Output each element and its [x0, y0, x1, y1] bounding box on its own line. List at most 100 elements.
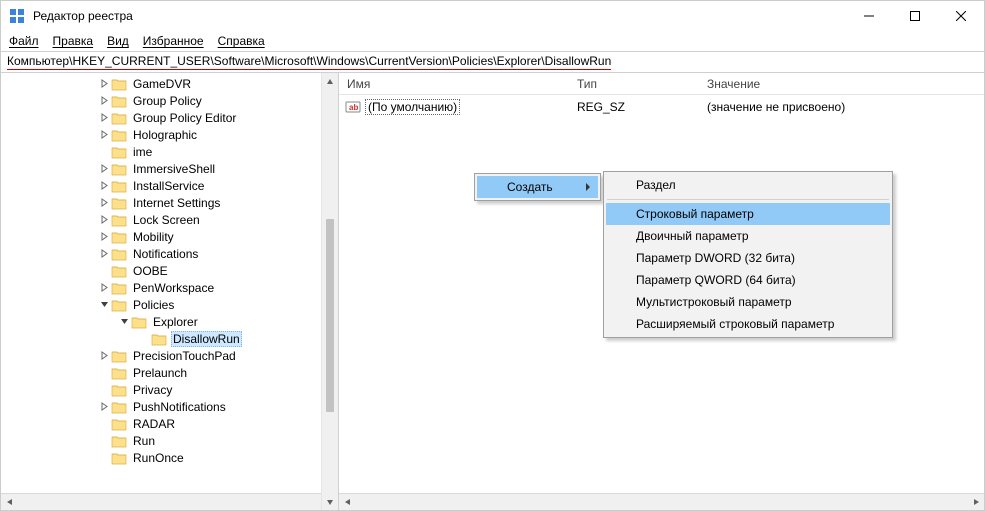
menu-favorites[interactable]: Избранное [143, 34, 204, 48]
context-item[interactable]: Параметр QWORD (64 бита) [606, 269, 890, 291]
context-item[interactable]: Двоичный параметр [606, 225, 890, 247]
chevron-down-icon[interactable] [97, 298, 111, 312]
chevron-right-icon[interactable] [97, 400, 111, 414]
chevron-right-icon[interactable] [97, 128, 111, 142]
context-item[interactable]: Параметр DWORD (32 бита) [606, 247, 890, 269]
folder-icon [111, 128, 127, 142]
tree-item-label: Prelaunch [131, 366, 189, 380]
chevron-right-icon[interactable] [97, 179, 111, 193]
tree-item[interactable]: PrecisionTouchPad [1, 347, 338, 364]
scroll-up-icon[interactable] [322, 73, 338, 90]
address-text: Компьютер\HKEY_CURRENT_USER\Software\Mic… [7, 54, 611, 70]
chevron-right-icon[interactable] [97, 94, 111, 108]
tree-item[interactable]: RunOnce [1, 449, 338, 466]
tree-item[interactable]: PenWorkspace [1, 279, 338, 296]
tree-item[interactable]: Group Policy [1, 92, 338, 109]
chevron-right-icon[interactable] [97, 281, 111, 295]
tree-item-label: PrecisionTouchPad [131, 349, 238, 363]
horizontal-scrollbar[interactable] [1, 493, 338, 510]
menu-help[interactable]: Справка [218, 34, 265, 48]
chevron-right-icon[interactable] [97, 230, 111, 244]
minimize-button[interactable] [846, 1, 892, 31]
folder-icon [111, 298, 127, 312]
tree-item[interactable]: OOBE [1, 262, 338, 279]
tree-item[interactable]: PushNotifications [1, 398, 338, 415]
content-area: GameDVRGroup Policy Group Policy EditorHo… [1, 73, 984, 510]
menu-file[interactable]: Файл [9, 34, 39, 48]
tree-item[interactable]: Lock Screen [1, 211, 338, 228]
tree-item[interactable]: Notifications [1, 245, 338, 262]
chevron-right-icon[interactable] [97, 196, 111, 210]
tree-item[interactable]: Privacy [1, 381, 338, 398]
scroll-right-icon[interactable] [967, 494, 984, 511]
maximize-button[interactable] [892, 1, 938, 31]
tree-item[interactable]: Policies [1, 296, 338, 313]
folder-icon [111, 383, 127, 397]
tree-item-label: Privacy [131, 383, 174, 397]
tree-item[interactable]: GameDVR [1, 75, 338, 92]
context-item-new[interactable]: Создать [477, 176, 598, 198]
value-row[interactable]: ab (По умолчанию) REG_SZ (значение не пр… [339, 98, 984, 116]
tree-item[interactable]: RADAR [1, 415, 338, 432]
tree-item[interactable]: DisallowRun [1, 330, 338, 347]
folder-icon [111, 451, 127, 465]
vertical-scrollbar[interactable] [321, 73, 338, 510]
tree-item[interactable]: Holographic [1, 126, 338, 143]
app-icon [9, 8, 25, 24]
folder-icon [151, 332, 167, 346]
folder-icon [111, 247, 127, 261]
folder-icon [111, 417, 127, 431]
list-body[interactable]: ab (По умолчанию) REG_SZ (значение не пр… [339, 95, 984, 493]
context-item-label: Создать [507, 180, 553, 194]
titlebar: Редактор реестра [1, 1, 984, 31]
tree-item[interactable]: Internet Settings [1, 194, 338, 211]
scroll-left-icon[interactable] [1, 494, 18, 511]
menu-edit[interactable]: Правка [53, 34, 94, 48]
value-data: (значение не присвоено) [699, 100, 984, 114]
scroll-track[interactable] [322, 90, 338, 493]
tree-item[interactable]: Run [1, 432, 338, 449]
tree-item-label: Mobility [131, 230, 176, 244]
list-header: Имя Тип Значение [339, 73, 984, 95]
folder-icon [111, 349, 127, 363]
folder-icon [111, 145, 127, 159]
tree-item[interactable]: Mobility [1, 228, 338, 245]
chevron-right-icon[interactable] [97, 111, 111, 125]
scroll-left-icon[interactable] [339, 494, 356, 511]
close-button[interactable] [938, 1, 984, 31]
window-title: Редактор реестра [33, 9, 846, 23]
tree-item[interactable]: ImmersiveShell [1, 160, 338, 177]
horizontal-scrollbar[interactable] [339, 493, 984, 510]
chevron-right-icon[interactable] [97, 162, 111, 176]
registry-editor-window: Редактор реестра Файл Правка Вид Избранн… [0, 0, 985, 511]
column-value[interactable]: Значение [699, 77, 984, 91]
scroll-down-icon[interactable] [322, 493, 338, 510]
column-type[interactable]: Тип [569, 77, 699, 91]
expander-none [97, 366, 111, 380]
tree-item[interactable]: ime [1, 143, 338, 160]
chevron-down-icon[interactable] [117, 315, 131, 329]
context-item[interactable]: Раздел [606, 174, 890, 196]
chevron-right-icon[interactable] [97, 213, 111, 227]
expander-none [97, 145, 111, 159]
address-bar[interactable]: Компьютер\HKEY_CURRENT_USER\Software\Mic… [1, 52, 984, 72]
chevron-right-icon[interactable] [97, 77, 111, 91]
column-name[interactable]: Имя [339, 77, 569, 91]
chevron-right-icon[interactable] [97, 247, 111, 261]
tree-item[interactable]: InstallService [1, 177, 338, 194]
context-item[interactable]: Расширяемый строковый параметр [606, 313, 890, 335]
tree-item[interactable]: Explorer [1, 313, 338, 330]
tree-item[interactable]: Group Policy Editor [1, 109, 338, 126]
folder-icon [111, 77, 127, 91]
tree-item-label: Group Policy Editor [131, 111, 238, 125]
expander-none [97, 451, 111, 465]
chevron-right-icon[interactable] [97, 349, 111, 363]
folder-icon [111, 94, 127, 108]
tree-item[interactable]: Prelaunch [1, 364, 338, 381]
menu-view[interactable]: Вид [107, 34, 129, 48]
context-item[interactable]: Строковый параметр [606, 203, 890, 225]
context-item[interactable]: Мультистроковый параметр [606, 291, 890, 313]
tree-item-label: Explorer [151, 315, 200, 329]
scroll-thumb[interactable] [326, 219, 334, 412]
tree-scroll[interactable]: GameDVRGroup Policy Group Policy EditorHo… [1, 73, 338, 493]
